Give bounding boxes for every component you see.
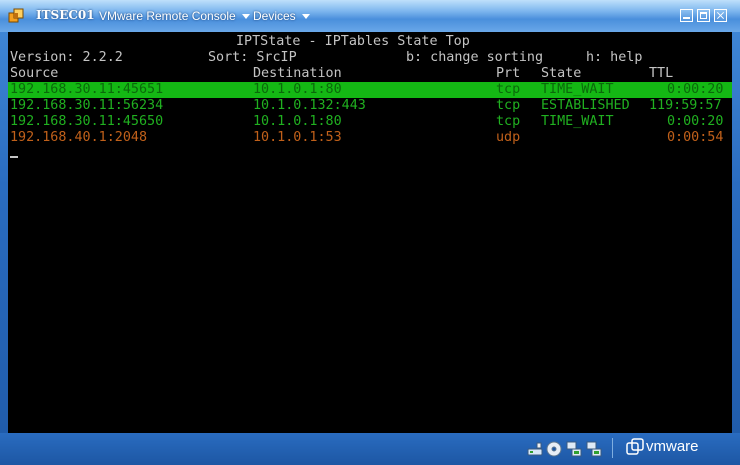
network-icon[interactable] [527, 441, 543, 457]
network-adapter-icon[interactable] [566, 441, 582, 457]
row-source: 192.168.30.11:45650 [10, 114, 164, 129]
header-ttl: TTL [649, 66, 674, 81]
network-adapter-2-icon[interactable] [586, 441, 602, 457]
row-destination: 10.1.0.1:53 [253, 130, 342, 145]
cdrom-icon[interactable] [546, 441, 562, 457]
menu-vmware-remote-console[interactable]: VMware Remote Console [99, 9, 250, 23]
version-line: Version: 2.2.2 Sort: SrcIP b: change sor… [10, 50, 642, 66]
minimize-button[interactable] [680, 9, 693, 22]
row-source: 192.168.40.1:2048 [10, 130, 148, 145]
row-state: TIME_WAIT [541, 114, 614, 129]
title-bar[interactable]: ITSEC01 VMware Remote Console Devices [0, 0, 740, 32]
row-destination: 10.1.0.1:80 [253, 82, 342, 97]
header-protocol: Prt [496, 66, 521, 81]
console-screen[interactable]: IPTState - IPTables State Top Version: 2… [8, 32, 732, 433]
row-destination: 10.1.0.132:443 [253, 98, 366, 113]
change-sorting-help: b: change sorting [406, 50, 544, 65]
help-hint: h: help [586, 50, 643, 65]
table-row[interactable]: 192.168.30.11:56234 10.1.0.132:443 tcp E… [10, 98, 722, 114]
header-source: Source [10, 66, 59, 81]
row-state: TIME_WAIT [541, 82, 614, 97]
vmrc-window: ITSEC01 VMware Remote Console Devices IP… [0, 0, 740, 465]
sort-text: Sort: SrcIP [208, 50, 297, 65]
row-protocol: tcp [496, 114, 521, 129]
menu-label: Devices [253, 9, 296, 23]
table-row[interactable]: 192.168.30.11:45651 10.1.0.1:80 tcp TIME… [10, 82, 723, 98]
row-source: 192.168.30.11:56234 [10, 98, 164, 113]
table-row[interactable]: 192.168.30.11:45650 10.1.0.1:80 tcp TIME… [10, 114, 723, 130]
row-ttl: 0:00:20 [667, 114, 724, 129]
vmware-brand: vmware [646, 438, 699, 455]
row-state: ESTABLISHED [541, 98, 630, 113]
close-button[interactable] [714, 9, 727, 22]
chevron-down-icon [301, 14, 310, 20]
header-state: State [541, 66, 582, 81]
chevron-down-icon [241, 14, 250, 20]
row-source: 192.168.30.11:45651 [10, 82, 164, 97]
row-ttl: 0:00:54 [667, 130, 724, 145]
menu-label: VMware Remote Console [99, 9, 236, 23]
row-protocol: tcp [496, 82, 521, 97]
header-destination: Destination [253, 66, 342, 81]
iptstate-title: IPTState - IPTables State Top [236, 34, 470, 49]
vmware-app-icon[interactable] [8, 8, 24, 24]
row-protocol: tcp [496, 98, 521, 113]
row-ttl: 0:00:20 [667, 82, 724, 97]
table-row[interactable]: 192.168.40.1:2048 10.1.0.1:53 udp 0:00:5… [10, 130, 723, 146]
row-ttl: 119:59:57 [649, 98, 722, 113]
row-protocol: udp [496, 130, 521, 145]
status-divider [612, 438, 613, 458]
terminal-cursor [10, 156, 18, 158]
maximize-button[interactable] [697, 9, 710, 22]
window-title: ITSEC01 [36, 8, 95, 22]
row-destination: 10.1.0.1:80 [253, 114, 342, 129]
menu-devices[interactable]: Devices [253, 9, 310, 23]
vmware-logo-icon [626, 438, 644, 455]
version-text: Version: 2.2.2 [10, 50, 123, 65]
header-row: Source Destination Prt State TTL [10, 66, 673, 82]
